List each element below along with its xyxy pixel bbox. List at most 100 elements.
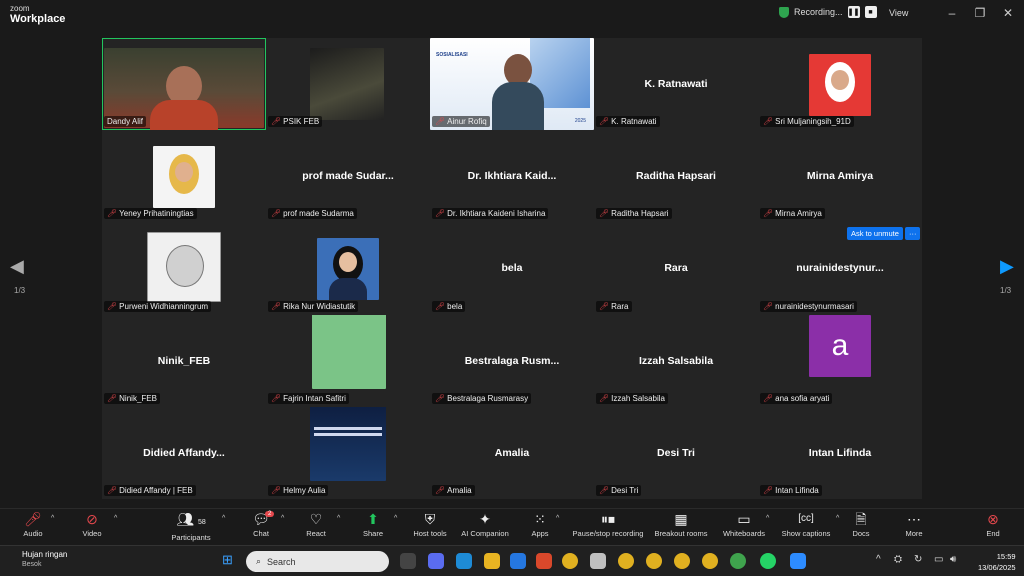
restore-icon[interactable]: ❐ <box>972 6 988 20</box>
camera-feed-psik <box>310 48 384 120</box>
participant-tile[interactable]: a 🎤︎ ana sofia aryati <box>758 314 922 407</box>
host-tools-button[interactable]: ⛨ Host tools <box>400 509 460 539</box>
zoom-logo: zoom Workplace <box>10 4 66 25</box>
close-icon[interactable]: ✕ <box>1000 6 1016 20</box>
participant-tile[interactable]: Rara 🎤︎ Rara <box>594 222 758 314</box>
chrome-icon[interactable] <box>562 553 578 569</box>
participant-display-name: bela <box>501 262 523 275</box>
pause-stop-recording-button[interactable]: ⏸⏹ Pause/stop recording <box>569 509 647 539</box>
gallery-grid: Dandy Alif 🎤︎ PSIK FEB SOSIALISASI 2025 🎤︎ Ain… <box>102 38 922 499</box>
chrome-profile-2-icon[interactable] <box>646 553 662 569</box>
chrome-profile-3-icon[interactable] <box>674 553 690 569</box>
chrome-profile-icon[interactable] <box>618 553 634 569</box>
dropbox-icon[interactable] <box>510 553 526 569</box>
app-green-icon[interactable] <box>730 553 746 569</box>
participant-tile[interactable]: Ninik_FEB 🎤︎ Ninik_FEB <box>102 315 266 407</box>
audio-button[interactable]: 🎤︎ Audio <box>3 509 63 539</box>
ask-to-unmute-button[interactable]: Ask to unmute <box>847 227 903 240</box>
clock[interactable]: 15:59 13/06/2025 <box>978 551 1016 573</box>
recording-label: Recording... <box>794 7 843 17</box>
react-caret-icon[interactable]: ^ <box>337 515 340 522</box>
share-caret-icon[interactable]: ^ <box>394 515 397 522</box>
ai-companion-button[interactable]: ✦ AI Companion <box>455 509 515 539</box>
participant-tile[interactable]: 🎤︎ Rika Nur Widiastutik <box>266 222 430 314</box>
participant-tile[interactable]: 🎤︎ PSIK FEB <box>266 38 430 130</box>
participant-tile[interactable]: Amalia 🎤︎ Amalia <box>430 407 594 499</box>
participant-tile[interactable]: Mirna Amirya 🎤︎ Mirna Amirya <box>758 130 922 222</box>
minimize-icon[interactable]: – <box>944 6 960 20</box>
tray-app-icon[interactable]: ⛭ <box>894 554 902 565</box>
participant-tile[interactable]: Intan Lifinda 🎤︎ Intan Lifinda <box>758 407 922 499</box>
view-button[interactable]: View <box>889 8 908 18</box>
participant-tile[interactable]: Dr. Ikhtiara Kaid... 🎤︎ Dr. Ikhtiara Kaide… <box>430 130 594 222</box>
tray-sync-icon[interactable]: ↻ <box>914 554 922 565</box>
brave-icon[interactable] <box>536 553 552 569</box>
participant-name-tag: 🎤︎ Fajrin Intan Safitri <box>268 392 349 404</box>
chrome-profile-4-icon[interactable] <box>702 553 718 569</box>
weather-widget[interactable]: Hujan ringan Besok <box>8 550 67 570</box>
tray-display-icon[interactable]: ▭ <box>934 554 943 565</box>
zoom-taskbar-icon[interactable] <box>790 553 806 569</box>
page-indicator-left: 1/3 <box>14 286 26 295</box>
whiteboards-button[interactable]: ▭ Whiteboards <box>714 509 774 539</box>
participants-caret-icon[interactable]: ^ <box>222 515 225 522</box>
next-page-icon[interactable]: ▶ <box>1000 256 1014 277</box>
sparkle-icon: ✦ <box>479 511 491 527</box>
apps-button[interactable]: ⁙ Apps <box>510 509 570 539</box>
file-explorer-icon[interactable] <box>484 553 500 569</box>
participant-name-tag: 🎤︎ Mirna Amirya <box>760 208 825 220</box>
participant-name: K. Ratnawati <box>611 117 657 127</box>
participant-tile[interactable]: SOSIALISASI 2025 🎤︎ Ainur Rofiq <box>430 38 594 130</box>
chat-button[interactable]: 💬︎ Chat <box>231 509 291 539</box>
end-meeting-button[interactable]: ⊗ End <box>963 509 1023 539</box>
participant-tile[interactable]: 🎤︎ Fajrin Intan Safitri <box>266 314 430 407</box>
pause-recording-icon[interactable]: ❚❚ <box>847 6 860 18</box>
whiteboards-caret-icon[interactable]: ^ <box>766 515 769 522</box>
app-icon[interactable] <box>590 553 606 569</box>
share-button[interactable]: ⬆ Share <box>343 509 403 539</box>
edge-icon[interactable] <box>456 553 472 569</box>
more-button[interactable]: ⋯ More <box>884 509 944 539</box>
participant-name: Ainur Rofiq <box>447 117 487 127</box>
participant-tile[interactable]: Desi Tri 🎤︎ Desi Tri <box>594 407 758 499</box>
participant-tile[interactable]: 🎤︎ Sri Muljaningsih_91D <box>758 38 922 130</box>
participant-tile[interactable]: Didied Affandy... 🎤︎ Didied Affandy | FEB <box>102 407 266 499</box>
participant-tile[interactable]: Bestralaga Rusm... 🎤︎ Bestralaga Rusmarasy <box>430 315 594 407</box>
tray-expand-icon[interactable]: ^ <box>876 554 881 565</box>
react-button[interactable]: ♡ React <box>286 509 346 539</box>
video-off-icon: ⊘ <box>86 511 98 527</box>
participant-tile[interactable]: Izzah Salsabila 🎤︎ Izzah Salsabila <box>594 315 758 407</box>
taskbar-search[interactable]: ⌕ Search <box>246 551 389 572</box>
video-button[interactable]: ⊘ Video <box>62 509 122 539</box>
volume-icon[interactable]: 🔊︎ <box>950 554 956 565</box>
breakout-grid-icon: ▦ <box>674 511 688 527</box>
participant-tile[interactable]: 🎤︎ Purweni Widhianningrum <box>102 222 266 314</box>
audio-options-caret-icon[interactable]: ^ <box>51 515 54 522</box>
windows-start-icon[interactable]: ⊞ <box>222 552 238 568</box>
participant-name: Yeney Prihatiningtias <box>119 209 194 219</box>
participants-button[interactable]: 👥︎ 58 Participants <box>161 509 221 543</box>
participant-tile[interactable]: 🎤︎ Yeney Prihatiningtias <box>102 130 266 222</box>
docs-button[interactable]: 🗎︎ Docs <box>831 509 891 539</box>
chat-caret-icon[interactable]: ^ <box>281 515 284 522</box>
task-view-icon[interactable] <box>400 553 416 569</box>
video-options-caret-icon[interactable]: ^ <box>114 515 117 522</box>
muted-mic-icon: 🎤︎ <box>271 485 282 495</box>
participant-name-tag: 🎤︎ Bestralaga Rusmarasy <box>432 392 532 404</box>
participant-tile[interactable]: prof made Sudar... 🎤︎ prof made Sudarma <box>266 130 430 222</box>
security-shield-icon[interactable] <box>779 6 789 18</box>
participant-tile[interactable]: Raditha Hapsari 🎤︎ Raditha Hapsari <box>594 130 758 222</box>
show-captions-button[interactable]: [cc] Show captions <box>774 509 838 539</box>
participant-tile[interactable]: K. Ratnawati 🎤︎ K. Ratnawati <box>594 38 758 130</box>
apps-caret-icon[interactable]: ^ <box>556 515 559 522</box>
participant-tile[interactable]: bela 🎤︎ bela <box>430 222 594 314</box>
more-options-button[interactable]: ··· <box>904 227 921 240</box>
copilot-icon[interactable] <box>428 553 444 569</box>
breakout-rooms-button[interactable]: ▦ Breakout rooms <box>650 509 712 539</box>
participant-tile[interactable]: Dandy Alif <box>102 38 266 130</box>
previous-page-icon[interactable]: ◀ <box>10 256 24 277</box>
participant-tile[interactable]: 🎤︎ Helmy Aulia <box>266 406 430 499</box>
whatsapp-icon[interactable] <box>760 553 776 569</box>
participant-display-name: Raditha Hapsari <box>636 170 716 183</box>
stop-recording-icon[interactable]: ■ <box>864 6 877 18</box>
